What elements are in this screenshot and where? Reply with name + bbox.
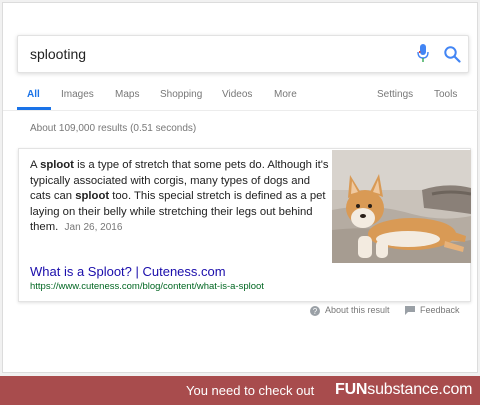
snippet-bold-term: sploot: [75, 190, 110, 202]
tabs-divider: [3, 110, 479, 111]
banner-text: You need to check out: [186, 383, 315, 398]
tab-more[interactable]: More: [274, 89, 297, 100]
snippet-date: Jan 26, 2016: [64, 222, 123, 233]
tab-shopping[interactable]: Shopping: [160, 89, 202, 100]
results-count: About 109,000 results (0.51 seconds): [30, 123, 197, 134]
about-this-result-link[interactable]: ? About this result: [310, 305, 390, 316]
svg-text:?: ?: [313, 307, 318, 316]
featured-snippet-card: A sploot is a type of stretch that some …: [18, 148, 471, 302]
corgi-image[interactable]: [332, 150, 471, 263]
search-tabs: All Images Maps Shopping Videos More Set…: [3, 85, 479, 111]
tab-images[interactable]: Images: [61, 89, 94, 100]
search-box[interactable]: splooting: [17, 35, 469, 73]
search-results-page: splooting All Images Maps Shopping Video…: [2, 2, 479, 373]
mic-icon[interactable]: [417, 44, 429, 64]
search-icon[interactable]: [443, 45, 461, 63]
tab-videos[interactable]: Videos: [222, 89, 252, 100]
feedback-icon: [405, 306, 415, 316]
search-input[interactable]: splooting: [30, 46, 86, 62]
featured-snippet-text: A sploot is a type of stretch that some …: [30, 159, 329, 233]
banner-brand: FUNsubstance.com: [335, 381, 473, 398]
result-url[interactable]: https://www.cuteness.com/blog/content/wh…: [30, 281, 264, 292]
result-title-link[interactable]: What is a Sploot? | Cuteness.com: [30, 264, 226, 279]
tab-maps[interactable]: Maps: [115, 89, 139, 100]
tab-all[interactable]: All: [27, 89, 40, 100]
feedback-link[interactable]: Feedback: [405, 305, 460, 316]
tab-settings[interactable]: Settings: [377, 89, 413, 100]
tab-tools[interactable]: Tools: [434, 89, 457, 100]
help-icon: ?: [310, 305, 320, 316]
snippet-bold-term: sploot: [40, 159, 74, 171]
watermark-banner: You need to check out FUNsubstance.com: [0, 376, 480, 405]
